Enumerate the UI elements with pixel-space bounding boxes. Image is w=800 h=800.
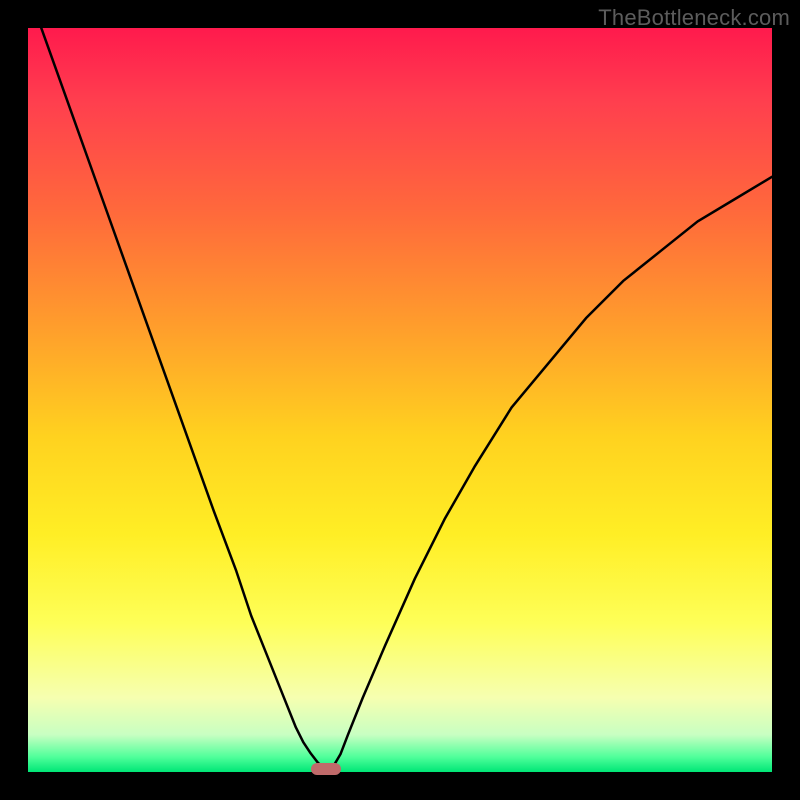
optimal-marker <box>311 763 341 775</box>
bottleneck-curve <box>28 28 772 772</box>
plot-area <box>28 28 772 772</box>
chart-frame: TheBottleneck.com <box>0 0 800 800</box>
